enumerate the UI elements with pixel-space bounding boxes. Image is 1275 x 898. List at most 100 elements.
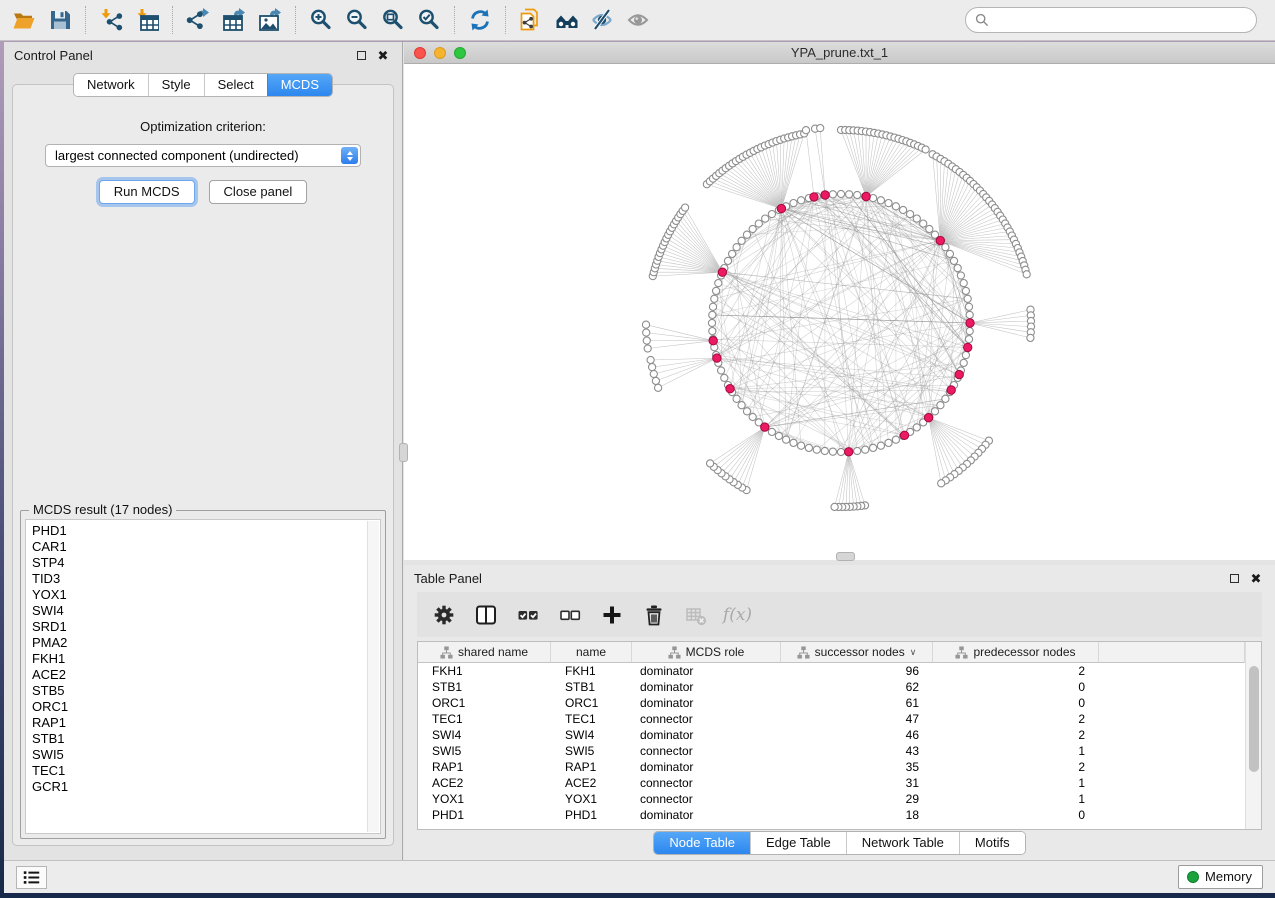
- table-cell: dominator: [632, 807, 781, 823]
- table-cell: SWI5: [418, 743, 551, 759]
- export-image-button[interactable]: [252, 4, 288, 36]
- table-row[interactable]: TEC1TEC1connector472: [418, 711, 1245, 727]
- vertical-splitter-handle[interactable]: [399, 443, 408, 462]
- optimization-criterion-select[interactable]: largest connected component (undirected): [45, 144, 361, 167]
- tab-mcds[interactable]: MCDS: [267, 74, 332, 96]
- columns-icon: [475, 604, 497, 626]
- table-cell: [1099, 695, 1245, 711]
- table-row[interactable]: ACE2ACE2connector311: [418, 775, 1245, 791]
- network-window-titlebar[interactable]: YPA_prune.txt_1: [404, 42, 1275, 64]
- mcds-result-list[interactable]: PHD1CAR1STP4TID3YOX1SWI4SRD1PMA2FKH1ACE2…: [25, 519, 381, 834]
- columns-button[interactable]: [469, 598, 502, 632]
- column-header-shared-name[interactable]: shared name: [418, 642, 551, 663]
- column-header-filler: [1099, 642, 1245, 663]
- mcds-result-item[interactable]: SRD1: [32, 619, 380, 635]
- save-session-button[interactable]: [42, 4, 78, 36]
- table-close-button[interactable]: ✖: [1247, 571, 1265, 587]
- tab-node-table[interactable]: Node Table: [654, 832, 750, 854]
- mcds-result-item[interactable]: YOX1: [32, 587, 380, 603]
- clone-network-button[interactable]: [513, 4, 549, 36]
- zoom-selected-button[interactable]: [411, 4, 447, 36]
- import-table-button[interactable]: [129, 4, 165, 36]
- close-panel-button[interactable]: ✖: [374, 47, 392, 63]
- table-row[interactable]: ORC1ORC1dominator610: [418, 695, 1245, 711]
- table-scrollbar[interactable]: [1245, 642, 1261, 829]
- mcds-result-item[interactable]: STP4: [32, 555, 380, 571]
- tab-edge-table[interactable]: Edge Table: [750, 832, 846, 854]
- table-row[interactable]: FKH1FKH1dominator962: [418, 663, 1245, 679]
- window-zoom-light[interactable]: [454, 47, 466, 59]
- table-cell: 31: [781, 775, 933, 791]
- export-image-icon: [258, 8, 282, 32]
- open-folder-button[interactable]: [6, 4, 42, 36]
- add-row-button[interactable]: [595, 598, 628, 632]
- mcds-result-item[interactable]: SWI5: [32, 747, 380, 763]
- mcds-result-item[interactable]: TID3: [32, 571, 380, 587]
- search-input[interactable]: [995, 13, 1247, 28]
- deselect-all-button[interactable]: [553, 598, 586, 632]
- mcds-result-item[interactable]: GCR1: [32, 779, 380, 795]
- tab-motifs[interactable]: Motifs: [959, 832, 1025, 854]
- main-toolbar: [0, 0, 1275, 41]
- column-header-MCDS-role[interactable]: MCDS role: [632, 642, 781, 663]
- refresh-layout-button[interactable]: [462, 4, 498, 36]
- search-box[interactable]: [965, 7, 1257, 33]
- column-header-name[interactable]: name: [551, 642, 632, 663]
- table-row[interactable]: PHD1PHD1dominator180: [418, 807, 1245, 823]
- mcds-result-item[interactable]: TEC1: [32, 763, 380, 779]
- table-cell: YOX1: [551, 791, 632, 807]
- horizontal-splitter-handle[interactable]: [836, 552, 855, 561]
- table-row[interactable]: STB1STB1dominator620: [418, 679, 1245, 695]
- table-cell: 96: [781, 663, 933, 679]
- table-cell: PHD1: [418, 807, 551, 823]
- window-minimize-light[interactable]: [434, 47, 446, 59]
- table-float-button[interactable]: [1225, 571, 1243, 587]
- window-close-light[interactable]: [414, 47, 426, 59]
- table-cell: RAP1: [418, 759, 551, 775]
- float-panel-button[interactable]: [352, 47, 370, 63]
- mcds-result-item[interactable]: RAP1: [32, 715, 380, 731]
- run-mcds-button[interactable]: Run MCDS: [99, 180, 195, 204]
- table-row[interactable]: SWI4SWI4dominator462: [418, 727, 1245, 743]
- zoom-out-button[interactable]: [339, 4, 375, 36]
- task-history-button[interactable]: [16, 866, 47, 889]
- mcds-result-item[interactable]: STB5: [32, 683, 380, 699]
- import-network-button[interactable]: [93, 4, 129, 36]
- table-cell: 2: [933, 711, 1099, 727]
- table-cell: PHD1: [551, 807, 632, 823]
- memory-button[interactable]: Memory: [1178, 865, 1263, 889]
- table-row[interactable]: YOX1YOX1connector291: [418, 791, 1245, 807]
- table-row[interactable]: SWI5SWI5connector431: [418, 743, 1245, 759]
- export-network-button[interactable]: [180, 4, 216, 36]
- gear-button[interactable]: [427, 598, 460, 632]
- column-header-predecessor-nodes[interactable]: predecessor nodes: [933, 642, 1099, 663]
- mcds-result-item[interactable]: FKH1: [32, 651, 380, 667]
- mcds-result-item[interactable]: STB1: [32, 731, 380, 747]
- table-cell: ACE2: [551, 775, 632, 791]
- network-canvas[interactable]: [404, 64, 1275, 560]
- zoom-fit-button[interactable]: [375, 4, 411, 36]
- close-panel-action-button[interactable]: Close panel: [209, 180, 308, 204]
- tab-network-table[interactable]: Network Table: [846, 832, 959, 854]
- table-row[interactable]: RAP1RAP1dominator352: [418, 759, 1245, 775]
- table-cell: FKH1: [418, 663, 551, 679]
- mcds-result-item[interactable]: CAR1: [32, 539, 380, 555]
- mcds-result-item[interactable]: ORC1: [32, 699, 380, 715]
- tab-style[interactable]: Style: [148, 74, 204, 96]
- mcds-result-item[interactable]: ACE2: [32, 667, 380, 683]
- toolbar-separator: [295, 6, 296, 34]
- mcds-list-scrollbar[interactable]: [367, 521, 379, 832]
- mcds-result-item[interactable]: SWI4: [32, 603, 380, 619]
- export-table-button[interactable]: [216, 4, 252, 36]
- select-all-button[interactable]: [511, 598, 544, 632]
- delete-row-button[interactable]: [637, 598, 670, 632]
- mcds-result-item[interactable]: PMA2: [32, 635, 380, 651]
- zoom-in-button[interactable]: [303, 4, 339, 36]
- tab-select[interactable]: Select: [204, 74, 267, 96]
- binoculars-button[interactable]: [549, 4, 585, 36]
- column-header-successor-nodes[interactable]: successor nodes∨: [781, 642, 933, 663]
- table-scrollbar-thumb[interactable]: [1249, 666, 1259, 772]
- tab-network[interactable]: Network: [74, 74, 148, 96]
- mcds-result-item[interactable]: PHD1: [32, 523, 380, 539]
- hide-graphics-details-button[interactable]: [585, 4, 621, 36]
